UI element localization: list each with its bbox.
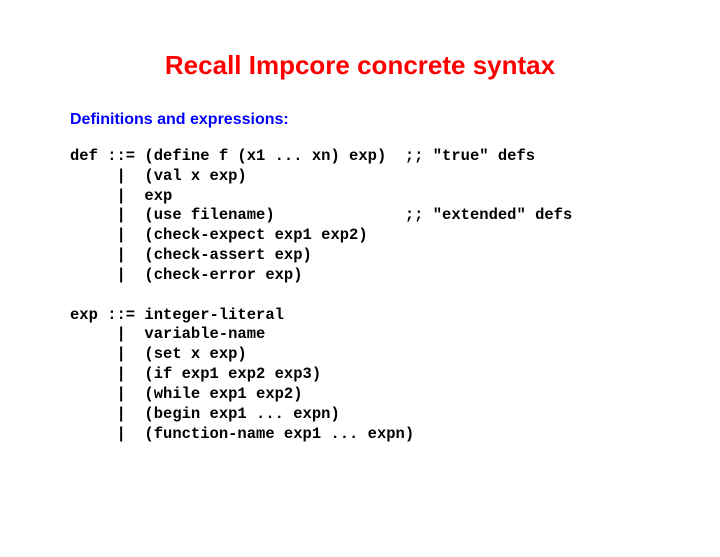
- slide-title: Recall Impcore concrete syntax: [70, 50, 650, 81]
- section-subtitle: Definitions and expressions:: [70, 111, 650, 129]
- code-block: def ::= (define f (x1 ... xn) exp) ;; "t…: [70, 147, 650, 444]
- slide-content: Recall Impcore concrete syntax Definitio…: [0, 0, 720, 484]
